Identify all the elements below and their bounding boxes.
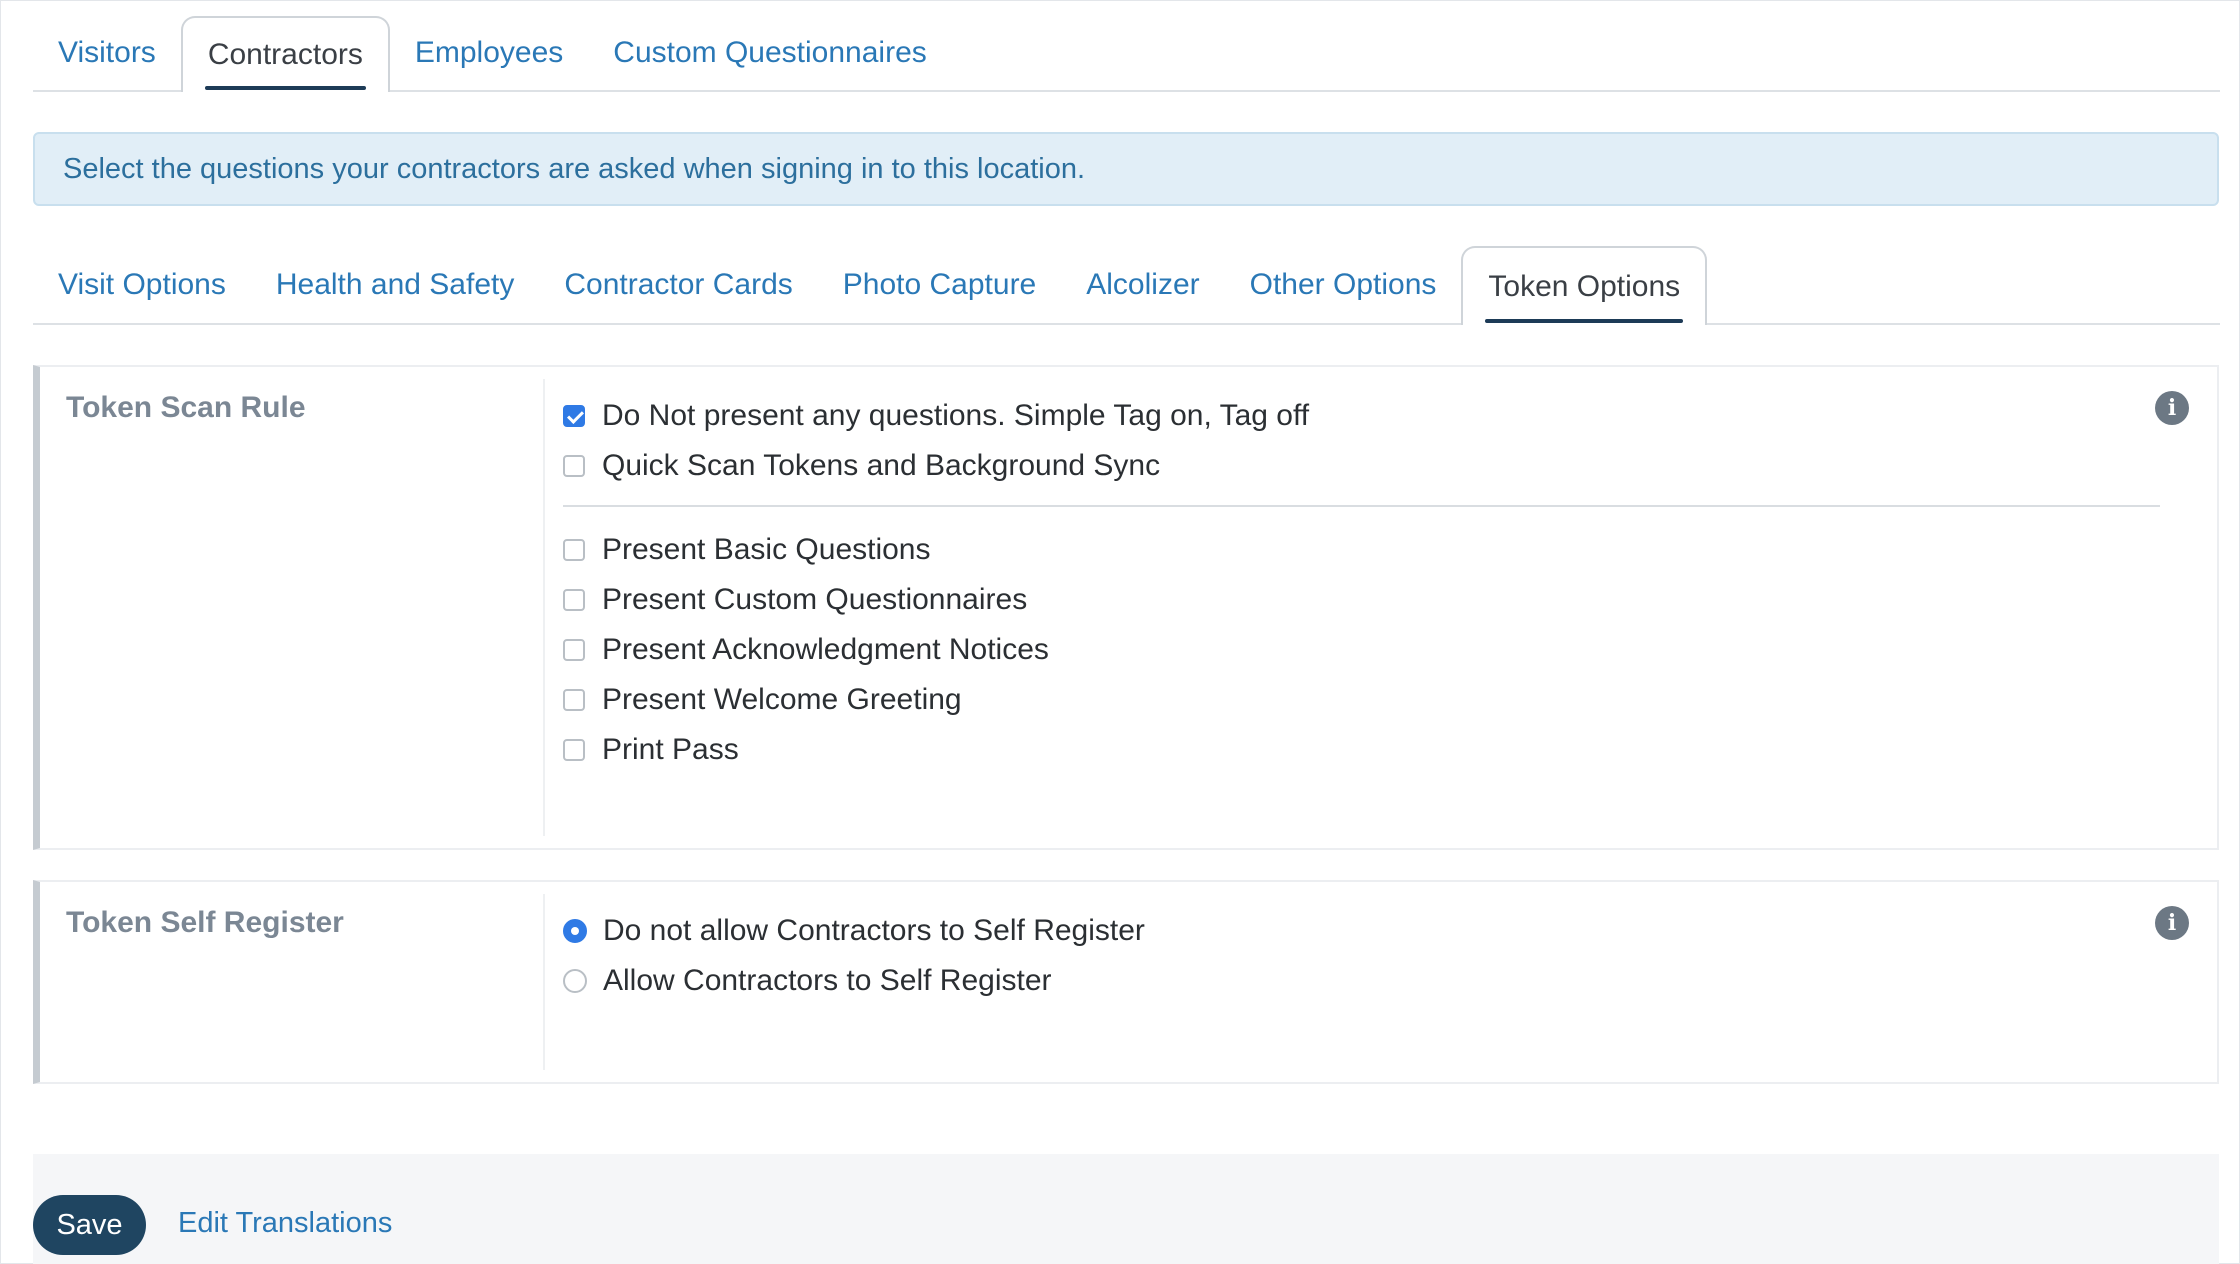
token-self-register-options: Do not allow Contractors to Self Registe… (563, 906, 2157, 1006)
info-icon[interactable]: i (2155, 906, 2189, 940)
top-tab-bar: Visitors Contractors Employees Custom Qu… (33, 16, 2220, 92)
checkbox-simple-tag[interactable] (563, 405, 585, 427)
info-icon[interactable]: i (2155, 391, 2189, 425)
token-scan-rule-label: Token Scan Rule (66, 391, 306, 424)
option-welcome-greeting[interactable]: Present Welcome Greeting (563, 675, 2157, 725)
tab-other-options[interactable]: Other Options (1225, 246, 1462, 323)
option-label: Print Pass (602, 733, 739, 766)
option-custom-questionnaires[interactable]: Present Custom Questionnaires (563, 575, 2157, 625)
option-simple-tag[interactable]: Do Not present any questions. Simple Tag… (563, 391, 2157, 441)
option-basic-questions[interactable]: Present Basic Questions (563, 525, 2157, 575)
tab-visit-options[interactable]: Visit Options (33, 246, 251, 323)
panel-divider (543, 894, 545, 1070)
info-alert-text: Select the questions your contractors ar… (63, 152, 1086, 185)
option-acknowledgment-notices[interactable]: Present Acknowledgment Notices (563, 625, 2157, 675)
checkbox-custom-questionnaires[interactable] (563, 589, 585, 611)
tab-contractors[interactable]: Contractors (180, 16, 390, 92)
token-self-register-panel: Token Self Register Do not allow Contrac… (33, 880, 2219, 1084)
option-no-self-register[interactable]: Do not allow Contractors to Self Registe… (563, 906, 2157, 956)
info-alert: Select the questions your contractors ar… (33, 132, 2219, 206)
tab-alcolizer[interactable]: Alcolizer (1061, 246, 1224, 323)
radio-allow-self-register[interactable] (563, 969, 587, 993)
option-label: Do Not present any questions. Simple Tag… (602, 399, 1310, 432)
checkbox-quick-scan[interactable] (563, 455, 585, 477)
tab-token-options[interactable]: Token Options (1461, 246, 1708, 325)
option-label: Present Basic Questions (602, 533, 931, 566)
sub-tab-bar: Visit Options Health and Safety Contract… (33, 246, 2220, 325)
option-allow-self-register[interactable]: Allow Contractors to Self Register (563, 956, 2157, 1006)
checkbox-print-pass[interactable] (563, 739, 585, 761)
option-label: Present Welcome Greeting (602, 683, 962, 716)
token-scan-rule-panel: Token Scan Rule Do Not present any quest… (33, 365, 2219, 850)
option-quick-scan[interactable]: Quick Scan Tokens and Background Sync (563, 441, 2157, 491)
radio-no-self-register[interactable] (563, 919, 587, 943)
option-label: Quick Scan Tokens and Background Sync (602, 449, 1161, 482)
checkbox-acknowledgment-notices[interactable] (563, 639, 585, 661)
tab-visitors[interactable]: Visitors (33, 16, 181, 90)
option-label: Allow Contractors to Self Register (603, 964, 1052, 997)
checkbox-welcome-greeting[interactable] (563, 689, 585, 711)
panel-divider (543, 379, 545, 836)
option-print-pass[interactable]: Print Pass (563, 725, 2157, 775)
token-scan-rule-options: Do Not present any questions. Simple Tag… (563, 391, 2160, 775)
tab-health-and-safety[interactable]: Health and Safety (251, 246, 540, 323)
token-self-register-label: Token Self Register (66, 906, 344, 939)
edit-translations-link[interactable]: Edit Translations (178, 1207, 392, 1240)
tab-photo-capture[interactable]: Photo Capture (818, 246, 1061, 323)
option-label: Present Acknowledgment Notices (602, 633, 1049, 666)
options-separator (563, 505, 2160, 507)
tab-employees[interactable]: Employees (390, 16, 588, 90)
option-label: Present Custom Questionnaires (602, 583, 1028, 616)
checkbox-basic-questions[interactable] (563, 539, 585, 561)
tab-contractor-cards[interactable]: Contractor Cards (539, 246, 817, 323)
tab-custom-questionnaires[interactable]: Custom Questionnaires (588, 16, 951, 90)
option-label: Do not allow Contractors to Self Registe… (603, 914, 1145, 947)
save-button[interactable]: Save (33, 1195, 146, 1255)
